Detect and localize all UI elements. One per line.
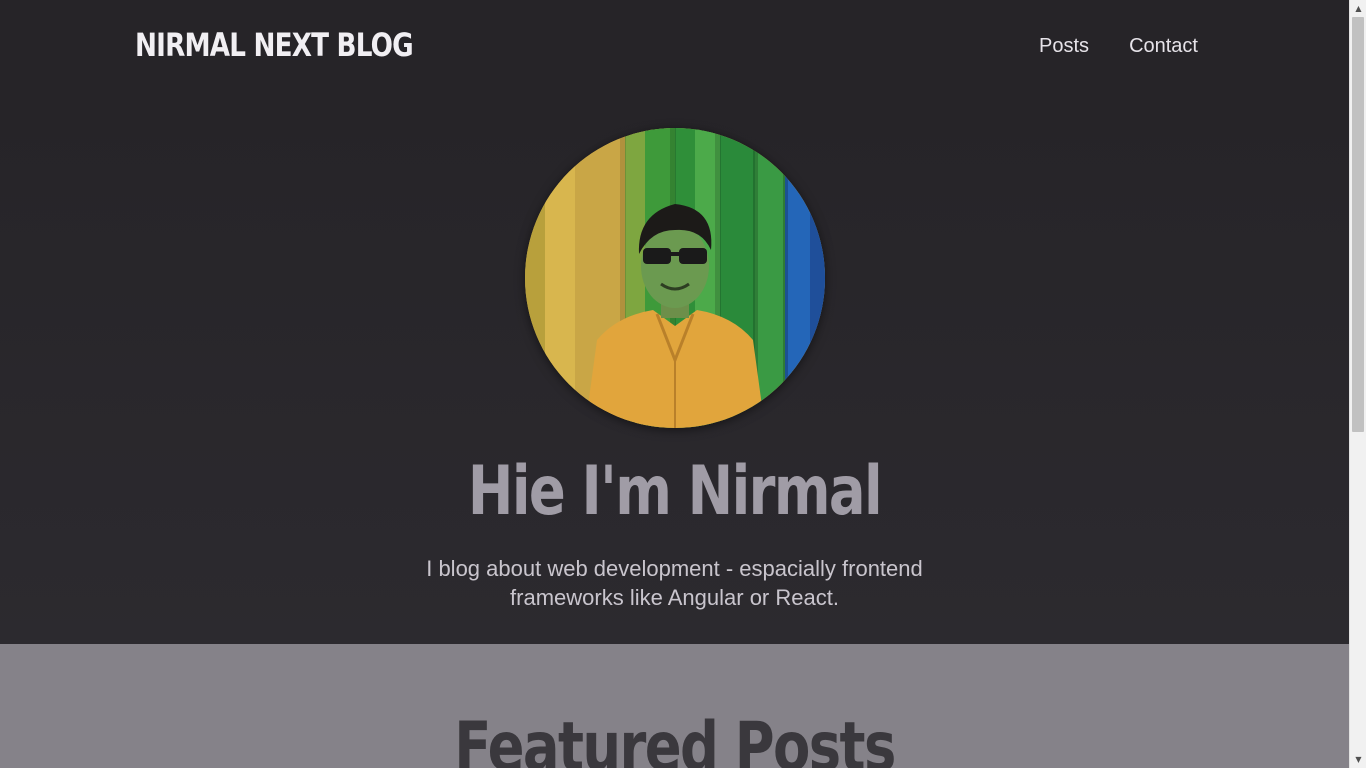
scroll-up-arrow-icon[interactable]: ▲ <box>1350 0 1366 17</box>
featured-posts-section: Featured Posts <box>0 644 1349 768</box>
site-header: NIRMAL NEXT BLOG Posts Contact <box>0 0 1349 96</box>
hero-section: Hie I'm Nirmal I blog about web developm… <box>0 96 1349 644</box>
profile-photo <box>525 128 825 428</box>
main-nav: Posts Contact <box>1039 35 1198 58</box>
hero-title: Hie I'm Nirmal <box>467 452 883 531</box>
vertical-scrollbar[interactable]: ▲ ▼ <box>1349 0 1366 768</box>
nav-link-contact[interactable]: Contact <box>1129 35 1198 58</box>
site-logo[interactable]: NIRMAL NEXT BLOG <box>135 26 414 64</box>
featured-posts-title: Featured Posts <box>454 708 896 768</box>
profile-photo-image <box>525 128 825 428</box>
scrollbar-thumb[interactable] <box>1352 17 1364 432</box>
hero-description: I blog about web development - espaciall… <box>426 556 923 610</box>
scroll-down-arrow-icon[interactable]: ▼ <box>1350 751 1366 768</box>
page: NIRMAL NEXT BLOG Posts Contact Hie I'm N… <box>0 0 1349 768</box>
nav-link-posts[interactable]: Posts <box>1039 35 1089 58</box>
